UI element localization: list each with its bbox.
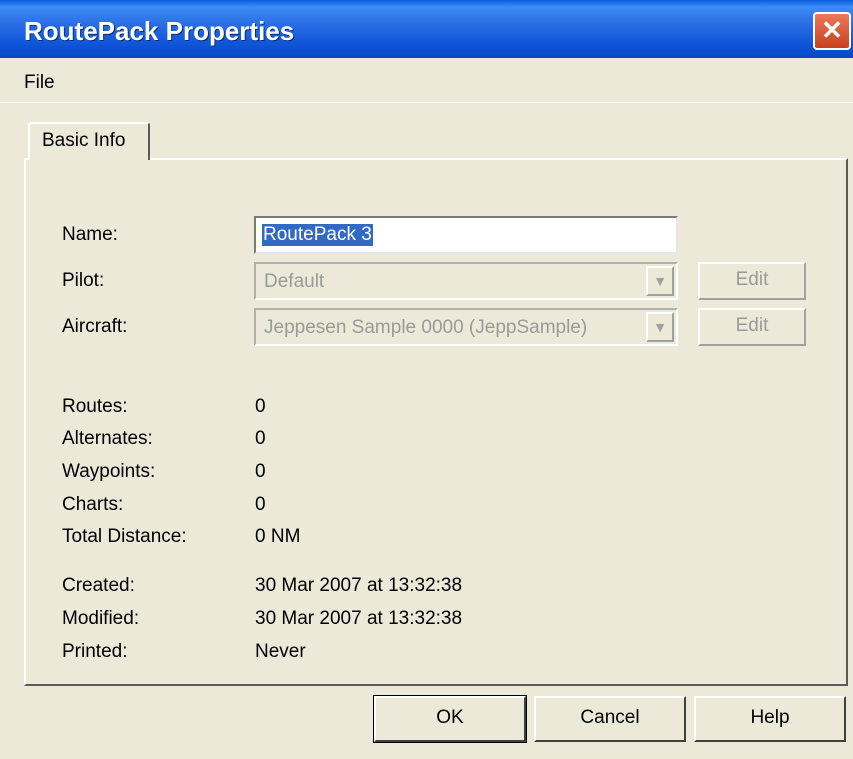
pilot-select-value: Default [264, 271, 325, 292]
tab-basic-info-label: Basic Info [42, 130, 126, 151]
dialog-window: RoutePack Properties ✕ File Basic Info N… [0, 0, 853, 759]
routes-label: Routes: [62, 396, 128, 417]
close-button[interactable]: ✕ [813, 12, 851, 50]
created-label: Created: [62, 575, 135, 596]
aircraft-label: Aircraft: [62, 316, 128, 337]
help-button[interactable]: Help [694, 696, 846, 742]
charts-value: 0 [255, 494, 266, 515]
alternates-label: Alternates: [62, 428, 153, 449]
cancel-button[interactable]: Cancel [534, 696, 686, 742]
modified-label: Modified: [62, 608, 140, 629]
aircraft-select[interactable]: Jeppesen Sample 0000 (JeppSample) ▼ [254, 308, 678, 346]
window-title: RoutePack Properties [24, 16, 295, 46]
charts-label: Charts: [62, 494, 124, 515]
name-input-value: RoutePack 3 [262, 224, 373, 246]
waypoints-value: 0 [255, 461, 266, 482]
pilot-dropdown-button[interactable]: ▼ [646, 266, 674, 296]
waypoints-label: Waypoints: [62, 461, 156, 482]
modified-value: 30 Mar 2007 at 13:32:38 [255, 608, 463, 629]
menu-bar [0, 58, 853, 103]
aircraft-dropdown-button[interactable]: ▼ [646, 312, 674, 342]
alternates-value: 0 [255, 428, 266, 449]
routes-value: 0 [255, 396, 266, 417]
total-distance-label: Total Distance: [62, 526, 187, 547]
title-bar[interactable]: RoutePack Properties ✕ [0, 0, 853, 58]
aircraft-edit-button[interactable]: Edit [698, 308, 806, 346]
pilot-edit-button[interactable]: Edit [698, 262, 806, 300]
pilot-label: Pilot: [62, 270, 105, 291]
printed-value: Never [255, 641, 306, 662]
name-label: Name: [62, 224, 118, 245]
pilot-select[interactable]: Default ▼ [254, 262, 678, 300]
menu-item-file[interactable]: File [24, 72, 55, 94]
printed-label: Printed: [62, 641, 128, 662]
close-icon: ✕ [821, 15, 843, 45]
tab-basic-info[interactable]: Basic Info [28, 122, 150, 160]
chevron-down-icon: ▼ [653, 319, 667, 335]
total-distance-value: 0 NM [255, 526, 301, 547]
name-input[interactable]: RoutePack 3 [254, 216, 678, 254]
created-value: 30 Mar 2007 at 13:32:38 [255, 575, 463, 596]
ok-button[interactable]: OK [373, 695, 527, 743]
aircraft-select-value: Jeppesen Sample 0000 (JeppSample) [264, 317, 588, 338]
chevron-down-icon: ▼ [653, 273, 667, 289]
